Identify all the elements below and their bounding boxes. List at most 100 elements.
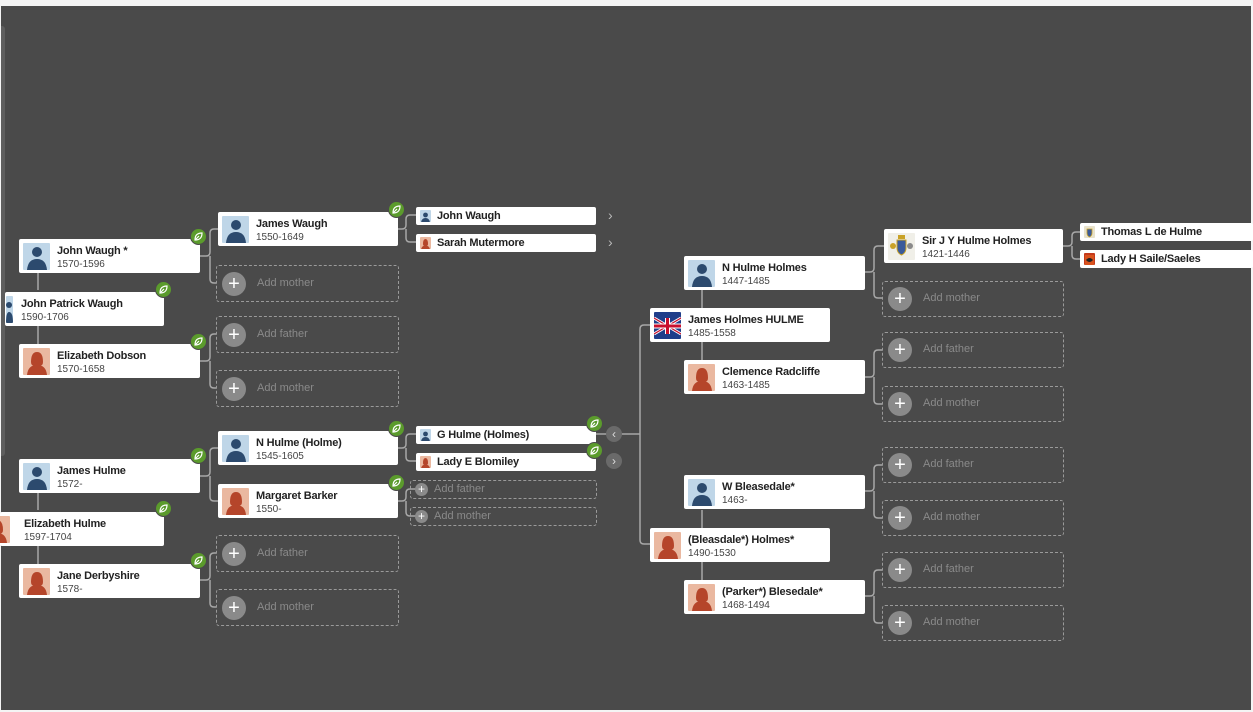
record-hint-leaf-icon[interactable]	[155, 500, 172, 517]
add-mother-button[interactable]: + Add mother	[882, 500, 1064, 536]
add-father-label: Add father	[923, 343, 974, 355]
plus-icon: +	[222, 595, 246, 620]
female-silhouette-icon	[0, 516, 10, 543]
add-mother-button[interactable]: + Add mother	[216, 589, 399, 626]
plus-icon: +	[888, 506, 912, 530]
add-mother-button[interactable]: + Add mother	[216, 265, 399, 302]
person-card-jane-derbyshire[interactable]: Jane Derbyshire 1578-	[19, 564, 200, 598]
person-name: Elizabeth Dobson	[57, 350, 147, 362]
person-dates: 1570-1658	[57, 364, 105, 375]
male-silhouette-icon	[420, 210, 431, 222]
male-silhouette-icon	[222, 435, 249, 462]
mini-card-sarah-mutermore[interactable]: Sarah Mutermore	[416, 234, 596, 252]
person-dates: 1421-1446	[922, 249, 970, 260]
add-mother-button[interactable]: + Add mother	[216, 370, 399, 407]
person-name: (Bleasdale*) Holmes*	[688, 534, 795, 546]
mini-card-lady-h-saile[interactable]: Lady H Saile/Saeles	[1080, 250, 1253, 268]
person-card-james-hulme[interactable]: James Hulme 1572-	[19, 459, 200, 493]
add-father-label: Add father	[923, 563, 974, 575]
person-card-n-hulme-holmes[interactable]: N Hulme Holmes 1447-1485	[684, 256, 865, 290]
record-hint-leaf-icon[interactable]	[155, 281, 172, 298]
person-card-sir-jy-hulme-holmes[interactable]: Sir J Y Hulme Holmes 1421-1446	[884, 229, 1063, 263]
coat-of-arms-icon	[888, 233, 915, 260]
person-card-w-bleasedale[interactable]: W Bleasedale* 1463-	[684, 475, 865, 509]
person-card-elizabeth-dobson[interactable]: Elizabeth Dobson 1570-1658	[19, 344, 200, 378]
person-card-james-holmes-hulme[interactable]: James Holmes HULME 1485-1558	[650, 308, 830, 342]
chevron-left-icon[interactable]: ‹	[606, 426, 622, 442]
add-mother-label: Add mother	[257, 276, 314, 289]
mini-card-john-waugh[interactable]: John Waugh	[416, 207, 596, 225]
record-hint-leaf-icon[interactable]	[388, 474, 405, 491]
add-mother-button[interactable]: + Add mother	[882, 605, 1064, 641]
mini-card-g-hulme-holmes[interactable]: G Hulme (Holmes)	[416, 426, 596, 444]
person-name: Jane Derbyshire	[57, 570, 140, 582]
mini-card-lady-e-blomiley[interactable]: Lady E Blomiley	[416, 453, 596, 471]
plus-icon: +	[888, 453, 912, 477]
person-name: Clemence Radcliffe	[722, 366, 820, 378]
record-hint-leaf-icon[interactable]	[388, 201, 405, 218]
chevron-right-icon[interactable]: ›	[608, 234, 613, 250]
add-mother-label: Add mother	[434, 509, 491, 522]
add-father-button[interactable]: + Add father	[410, 480, 597, 499]
female-silhouette-icon	[420, 456, 431, 468]
record-hint-leaf-icon[interactable]	[190, 228, 207, 245]
person-card-n-hulme-holme[interactable]: N Hulme (Holme) 1545-1605	[218, 431, 398, 465]
person-dates: 1590-1706	[21, 312, 69, 323]
record-hint-leaf-icon[interactable]	[586, 415, 603, 432]
add-mother-label: Add mother	[257, 381, 314, 394]
person-card-john-waugh[interactable]: John Waugh * 1570-1596	[19, 239, 200, 273]
plus-icon: +	[222, 271, 246, 296]
union-jack-flag-icon	[654, 312, 681, 339]
add-mother-label: Add mother	[923, 397, 980, 409]
add-father-button[interactable]: + Add father	[216, 535, 399, 572]
person-dates: 1572-	[57, 479, 83, 490]
record-hint-leaf-icon[interactable]	[586, 442, 603, 459]
record-hint-leaf-icon[interactable]	[190, 447, 207, 464]
male-silhouette-icon	[6, 296, 13, 323]
person-name: James Waugh	[256, 218, 328, 230]
mini-card-name: John Waugh	[437, 210, 501, 222]
person-card-james-waugh[interactable]: James Waugh 1550-1649	[218, 212, 398, 246]
female-silhouette-icon	[654, 532, 681, 559]
person-card-margaret-barker[interactable]: Margaret Barker 1550-	[218, 484, 398, 518]
person-card-john-patrick-waugh[interactable]: John Patrick Waugh 1590-1706	[5, 292, 164, 326]
person-name: W Bleasedale*	[722, 481, 795, 493]
person-card-parker-blesedale[interactable]: (Parker*) Blesedale* 1468-1494	[684, 580, 865, 614]
record-hint-leaf-icon[interactable]	[388, 420, 405, 437]
person-name: Elizabeth Hulme	[24, 518, 106, 530]
family-tree-canvas[interactable]: John Waugh * 1570-1596 John Patrick Waug…	[0, 0, 1253, 712]
person-dates: 1468-1494	[722, 600, 770, 611]
person-dates: 1597-1704	[24, 532, 72, 543]
person-dates: 1550-1649	[256, 232, 304, 243]
add-mother-button[interactable]: + Add mother	[882, 281, 1064, 317]
person-name: N Hulme (Holme)	[256, 437, 342, 449]
plus-icon: +	[415, 482, 428, 496]
add-father-button[interactable]: + Add father	[882, 332, 1064, 368]
plus-icon: +	[888, 338, 912, 362]
plus-icon: +	[888, 392, 912, 416]
female-silhouette-icon	[420, 237, 431, 249]
mini-card-name: Lady H Saile/Saeles	[1101, 253, 1201, 265]
record-hint-leaf-icon[interactable]	[190, 333, 207, 350]
mini-card-name: G Hulme (Holmes)	[437, 429, 530, 441]
add-mother-button[interactable]: + Add mother	[410, 507, 597, 526]
chevron-right-icon[interactable]: ›	[606, 453, 622, 469]
person-card-elizabeth-hulme[interactable]: Elizabeth Hulme 1597-1704	[0, 512, 164, 546]
person-card-clemence-radcliffe[interactable]: Clemence Radcliffe 1463-1485	[684, 360, 865, 394]
record-hint-leaf-icon[interactable]	[190, 552, 207, 569]
add-father-label: Add father	[257, 327, 308, 340]
plus-icon: +	[888, 287, 912, 311]
add-mother-button[interactable]: + Add mother	[882, 386, 1064, 422]
chevron-right-icon[interactable]: ›	[608, 207, 613, 223]
plus-icon: +	[888, 558, 912, 582]
person-card-bleasdale-holmes[interactable]: (Bleasdale*) Holmes* 1490-1530	[650, 528, 830, 562]
mini-card-thomas-l-de-hulme[interactable]: Thomas L de Hulme	[1080, 223, 1253, 241]
add-father-button[interactable]: + Add father	[216, 316, 399, 353]
plus-icon: +	[222, 541, 246, 566]
add-father-button[interactable]: + Add father	[882, 447, 1064, 483]
male-silhouette-icon	[23, 243, 50, 270]
person-name: James Hulme	[57, 465, 126, 477]
male-silhouette-icon	[688, 479, 715, 506]
person-dates: 1550-	[256, 504, 282, 515]
add-father-button[interactable]: + Add father	[882, 552, 1064, 588]
